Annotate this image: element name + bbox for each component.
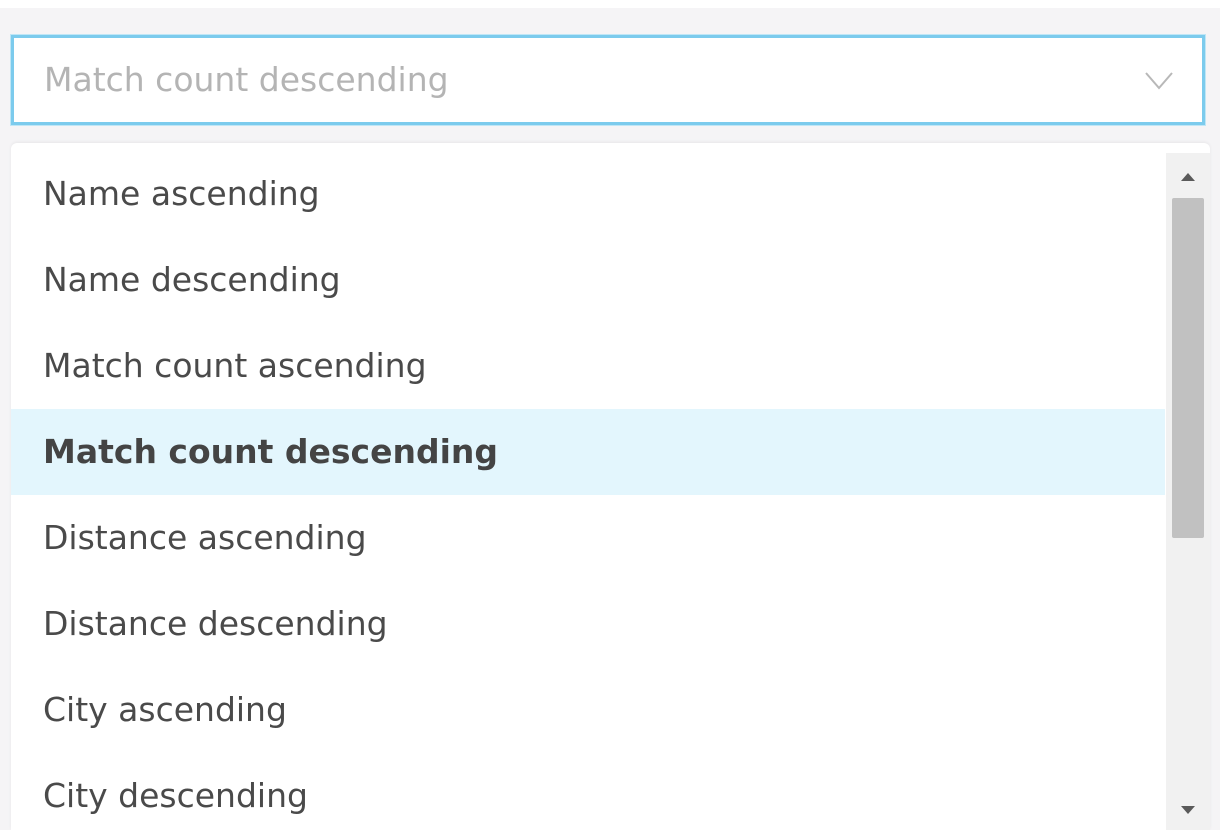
option-distance-descending[interactable]: Distance descending: [11, 581, 1165, 667]
options-scrollbar[interactable]: [1166, 153, 1210, 830]
options-list: Name ascending Name descending Match cou…: [11, 151, 1165, 830]
option-name-ascending[interactable]: Name ascending: [11, 151, 1165, 237]
scroll-down-arrow-icon[interactable]: [1166, 794, 1210, 830]
sort-select-value: Match count descending: [44, 60, 449, 99]
top-strip: [0, 0, 1220, 8]
sort-select[interactable]: Match count descending: [11, 35, 1205, 125]
page: Match count descending Name ascending Na…: [0, 0, 1220, 830]
option-city-descending[interactable]: City descending: [11, 753, 1165, 830]
option-distance-ascending[interactable]: Distance ascending: [11, 495, 1165, 581]
sort-options-dropdown: Name ascending Name descending Match cou…: [11, 143, 1210, 830]
chevron-down-icon: [1145, 72, 1173, 90]
scroll-up-arrow-icon[interactable]: [1166, 159, 1210, 195]
option-match-count-ascending[interactable]: Match count ascending: [11, 323, 1165, 409]
option-name-descending[interactable]: Name descending: [11, 237, 1165, 323]
option-city-ascending[interactable]: City ascending: [11, 667, 1165, 753]
scrollbar-thumb[interactable]: [1172, 198, 1204, 538]
option-match-count-descending[interactable]: Match count descending: [11, 409, 1165, 495]
